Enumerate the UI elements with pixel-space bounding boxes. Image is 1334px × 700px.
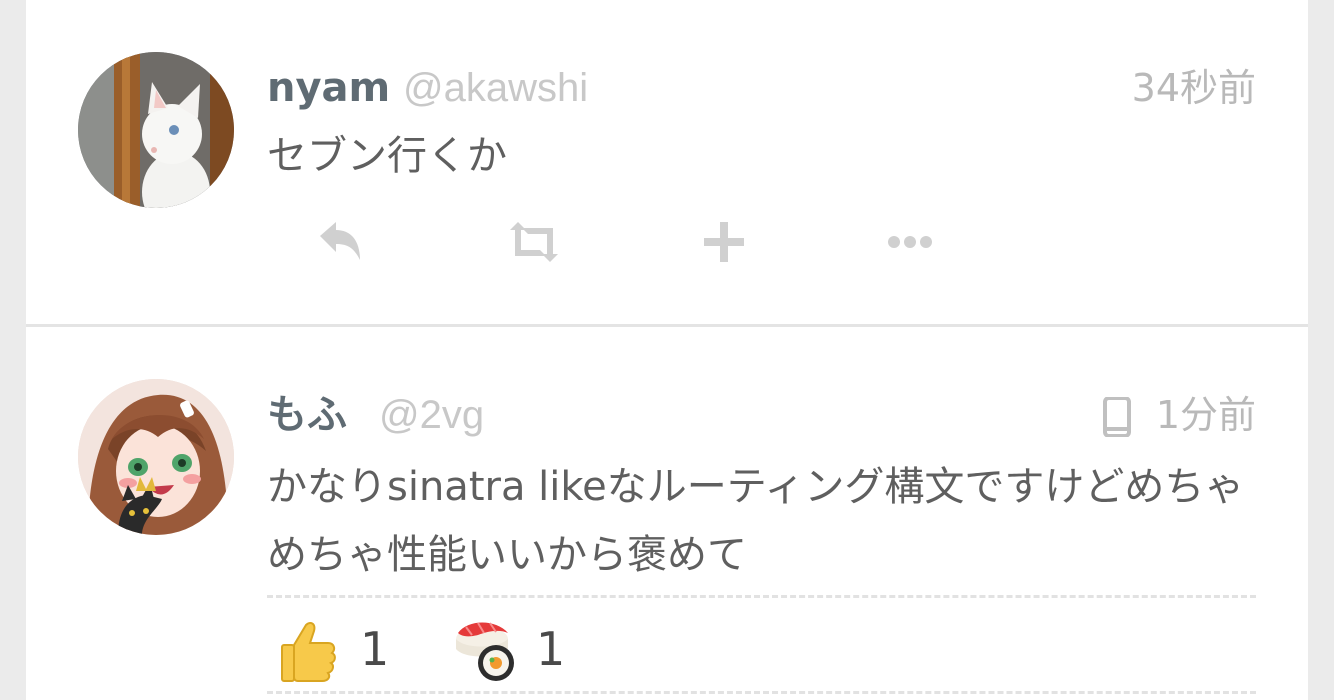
reaction-count: 1 xyxy=(536,622,566,676)
reply-button[interactable] xyxy=(314,216,366,268)
reply-icon xyxy=(320,222,360,260)
reaction-sushi[interactable]: 1 xyxy=(452,617,592,683)
timestamp[interactable]: 34秒前 xyxy=(1132,64,1256,112)
note-header: もふ @2vg 1分前 xyxy=(267,391,1256,439)
user-name[interactable]: nyam xyxy=(267,64,390,112)
reaction-count: 1 xyxy=(360,622,390,676)
reactions-divider-top xyxy=(267,595,1256,598)
note[interactable]: もふ @2vg 1分前 かなりsinatra likeなルーティング構文ですけど… xyxy=(26,327,1308,700)
more-icon xyxy=(888,236,932,248)
repost-icon xyxy=(510,222,558,262)
reactions-viewer: 1 1 xyxy=(276,617,676,683)
user-handle[interactable]: @2vg xyxy=(379,391,484,439)
user-name[interactable]: もふ xyxy=(267,391,347,439)
note[interactable]: nyam @akawshi 34秒前 セブン行くか xyxy=(26,0,1308,324)
add-reaction-button[interactable] xyxy=(698,216,750,268)
note-header: nyam @akawshi 34秒前 xyxy=(267,64,1256,112)
note-text: セブン行くか xyxy=(267,133,507,179)
avatar[interactable] xyxy=(78,379,234,535)
avatar[interactable] xyxy=(78,52,234,208)
timeline: nyam @akawshi 34秒前 セブン行くか もふ @2vg 1分前 かな… xyxy=(26,0,1308,700)
more-button[interactable] xyxy=(884,216,936,268)
add-reaction-icon xyxy=(704,222,744,262)
mobile-phone-icon xyxy=(1103,397,1131,437)
reaction-thumbs-up[interactable]: 1 xyxy=(276,617,416,683)
note-actions xyxy=(286,216,966,268)
sushi-icon xyxy=(456,622,514,681)
thumbs-up-icon xyxy=(281,622,336,682)
reactions-divider-bottom xyxy=(267,691,1256,694)
repost-button[interactable] xyxy=(504,216,564,268)
user-handle[interactable]: @akawshi xyxy=(403,64,588,112)
timestamp[interactable]: 1分前 xyxy=(1156,391,1256,439)
note-text: かなりsinatra likeなルーティング構文ですけどめちゃめちゃ性能いいから… xyxy=(267,464,1245,578)
